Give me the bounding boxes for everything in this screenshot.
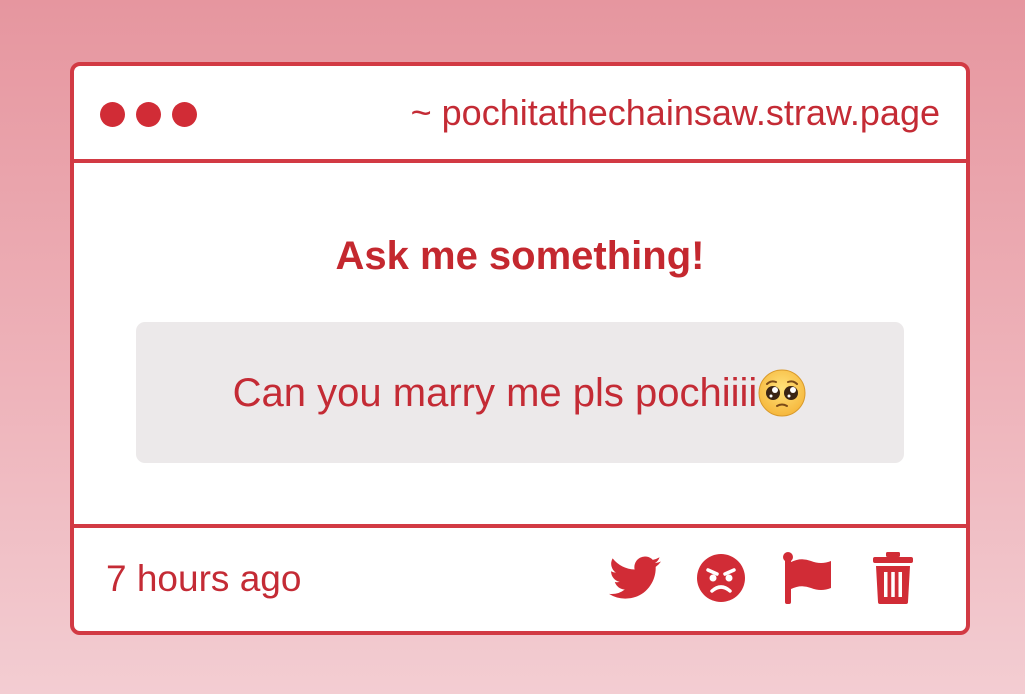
card-footer: 7 hours ago (74, 528, 966, 631)
question-text: Can you marry me pls pochiiii (233, 368, 808, 418)
question-card: ~ pochitathechainsaw.straw.page Ask me s… (70, 62, 970, 635)
question-box: Can you marry me pls pochiiii (136, 322, 904, 463)
card-body: Ask me something! Can you marry me pls p… (74, 163, 966, 528)
timestamp: 7 hours ago (106, 558, 302, 599)
page-url[interactable]: ~ pochitathechainsaw.straw.page (411, 90, 940, 136)
window-dot (172, 102, 197, 127)
window-dot (136, 102, 161, 127)
window-dots (100, 102, 197, 127)
delete-button[interactable] (866, 550, 920, 606)
react-angry-button[interactable] (694, 550, 748, 606)
question-label: Can you marry me pls pochiiii (232, 370, 758, 415)
angry-face-icon (697, 554, 745, 602)
pleading-face-emoji-icon (758, 369, 806, 416)
trash-icon (873, 552, 913, 604)
action-bar (608, 550, 920, 606)
twitter-share-button[interactable] (608, 550, 662, 606)
window-dot (100, 102, 125, 127)
report-button[interactable] (780, 550, 834, 606)
twitter-icon (609, 556, 661, 599)
page-title: Ask me something! (335, 234, 705, 278)
flag-icon (783, 552, 831, 604)
card-title-bar: ~ pochitathechainsaw.straw.page (74, 66, 966, 163)
